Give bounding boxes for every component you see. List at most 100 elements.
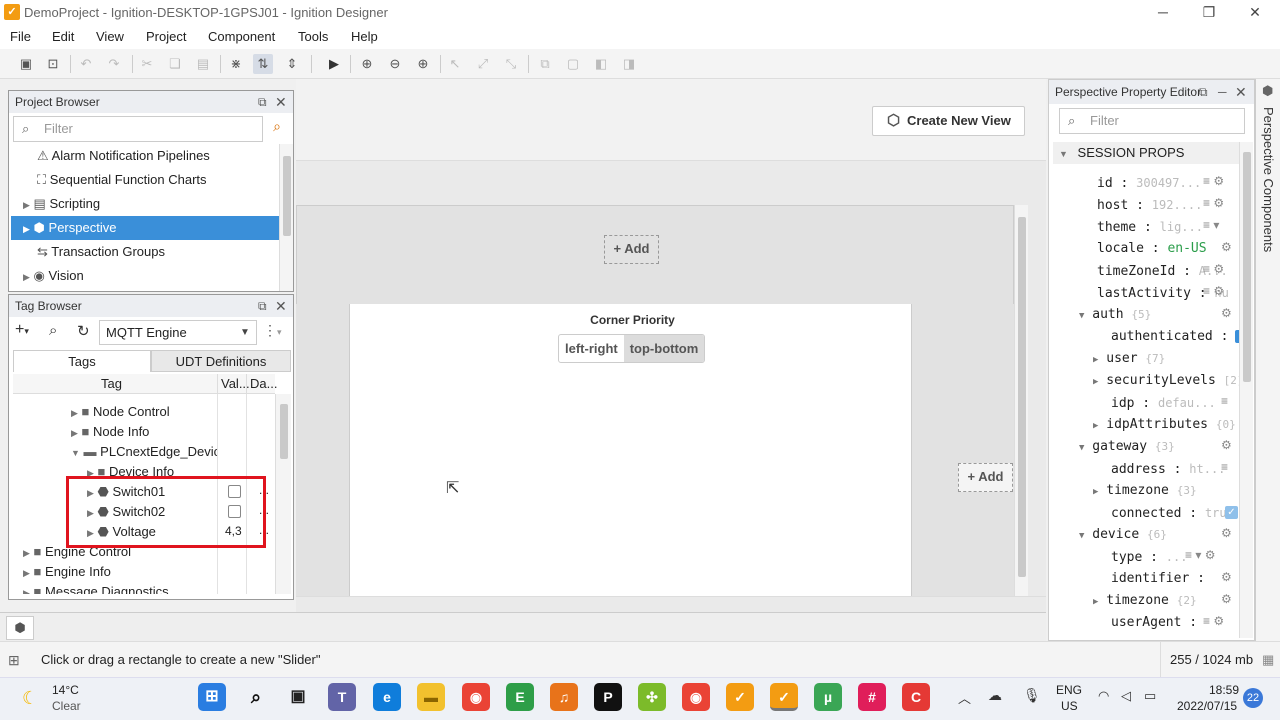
file-explorer-icon[interactable]: ▬	[417, 683, 445, 711]
perspective-view-tab-icon[interactable]: ⬢	[6, 616, 34, 640]
binding-icon[interactable]: ≡	[1221, 394, 1228, 408]
project-tree-scrollbar[interactable]	[279, 144, 293, 291]
distribute-icon[interactable]: ⇕	[282, 54, 302, 74]
prop-useragent[interactable]: userAgent :	[1111, 612, 1197, 634]
column-value[interactable]: Val...	[217, 374, 250, 394]
menu-edit[interactable]: Edit	[52, 29, 74, 44]
collapse-icon[interactable]: ▼	[1079, 443, 1084, 453]
scroll-thumb[interactable]	[1018, 217, 1026, 577]
volume-icon[interactable]: ◁	[1121, 688, 1131, 704]
close-icon[interactable]: ✕	[1232, 2, 1278, 22]
expand-icon[interactable]: ▶	[1093, 487, 1098, 497]
zoom-fit-icon[interactable]: ⊕	[357, 54, 377, 74]
no-snap-icon[interactable]: ⋇	[226, 54, 246, 74]
prop-id[interactable]: id : 300497...	[1097, 172, 1201, 194]
prop-identifier[interactable]: identifier :	[1111, 568, 1205, 590]
project-filter-input[interactable]: ⌕ Filter	[13, 116, 263, 142]
chrome-profile-icon[interactable]: ◉	[682, 683, 710, 711]
checkbox-checked-icon[interactable]: ✓	[1225, 506, 1238, 519]
prop-connected[interactable]: connected : true	[1111, 502, 1234, 524]
tree-item-vision[interactable]: ▶ ◉ Vision	[11, 264, 279, 288]
binding-icon[interactable]: ≡ ▾	[1203, 218, 1219, 232]
prop-authenticated[interactable]: authenticated : ✓	[1111, 326, 1239, 348]
perspective-components-tab[interactable]: Perspective Components	[1261, 107, 1276, 252]
scroll-thumb[interactable]	[280, 404, 288, 459]
gear-icon[interactable]: ⚙	[1221, 306, 1232, 320]
prop-device-timezone[interactable]: ▶ timezone {2}	[1093, 590, 1197, 612]
battery-icon[interactable]: ▭	[1144, 688, 1156, 704]
utorrent-icon[interactable]: µ	[814, 683, 842, 711]
session-props-section[interactable]: ▼ SESSION PROPS	[1053, 142, 1239, 164]
canvas-scrollbar[interactable]	[1014, 205, 1028, 596]
weather-desc[interactable]: Clear	[52, 699, 81, 713]
memory-gauge-icon[interactable]: ▦	[1262, 652, 1274, 668]
edge-icon[interactable]: e	[373, 683, 401, 711]
minimize-icon[interactable]: ─	[1218, 80, 1227, 104]
undo-icon[interactable]: ↶	[76, 54, 96, 74]
scroll-thumb[interactable]	[283, 156, 291, 236]
prop-device[interactable]: ▼ device {6}	[1079, 524, 1167, 546]
menu-component[interactable]: Component	[208, 29, 275, 44]
expand-icon[interactable]: ▶	[23, 588, 30, 594]
tag-row-node-control[interactable]: ▶ ■ Node Control	[13, 402, 170, 422]
close-icon[interactable]: ✕	[275, 295, 287, 317]
cut-icon[interactable]: ✂	[137, 54, 157, 74]
clock-date[interactable]: 2022/07/15	[1177, 699, 1237, 713]
prop-auth[interactable]: ▼ auth {5}	[1079, 304, 1151, 326]
menu-project[interactable]: Project	[146, 29, 186, 44]
redo-icon[interactable]: ↷	[104, 54, 124, 74]
collapse-icon[interactable]: ▼	[1079, 531, 1084, 541]
play-icon[interactable]: ▶	[324, 54, 344, 74]
prop-value[interactable]: ht...	[1189, 462, 1225, 476]
prop-idpattributes[interactable]: ▶ idpAttributes {0}	[1093, 414, 1236, 436]
weather-moon-icon[interactable]: ☾	[22, 688, 38, 709]
prop-address[interactable]: address : ht...	[1111, 458, 1225, 480]
prop-locale[interactable]: locale : en-US	[1097, 238, 1207, 260]
bend-icon[interactable]: ⤢	[473, 54, 493, 74]
expand-icon[interactable]: ▶	[1093, 421, 1098, 431]
restore-icon[interactable]: ⧉	[258, 91, 267, 113]
filter-options-icon[interactable]: ⌕	[267, 118, 287, 140]
corner-priority-toggle[interactable]: left-right top-bottom	[558, 334, 706, 363]
prop-value[interactable]: 192....	[1152, 198, 1203, 212]
expand-icon[interactable]: ▶	[23, 568, 30, 578]
tree-item-scripting[interactable]: ▶ ▤ Scripting	[11, 192, 279, 216]
tag-row-engine-info[interactable]: ▶ ■ Engine Info	[13, 562, 111, 582]
tag-tree-scrollbar[interactable]	[275, 394, 291, 594]
gear-icon[interactable]: ⚙	[1221, 438, 1232, 452]
close-icon[interactable]: ✕	[275, 91, 287, 113]
microphone-icon[interactable]: 🎙	[1023, 687, 1041, 704]
more-menu-icon[interactable]: ⋮▾	[263, 322, 282, 339]
search-icon[interactable]: ⌕	[49, 322, 57, 339]
column-tag[interactable]: Tag	[101, 376, 122, 391]
tag-row-node-info[interactable]: ▶ ■ Node Info	[13, 422, 149, 442]
binding-icon[interactable]: ≡	[1221, 460, 1228, 474]
tab-udt-definitions[interactable]: UDT Definitions	[151, 350, 291, 372]
menu-help[interactable]: Help	[351, 29, 378, 44]
corner-option-top-bottom[interactable]: top-bottom	[623, 335, 705, 362]
evernote-icon[interactable]: E	[506, 683, 534, 711]
gear-icon[interactable]: ⚙	[1221, 592, 1232, 606]
dev-tool-icon[interactable]: P	[594, 683, 622, 711]
prop-gateway[interactable]: ▼ gateway {3}	[1079, 436, 1175, 458]
prop-timezone[interactable]: ▶ timezone {3}	[1093, 480, 1197, 502]
property-filter-input[interactable]: ⌕ Filter	[1059, 108, 1245, 134]
expand-icon[interactable]: ▶	[23, 200, 30, 210]
menu-view[interactable]: View	[96, 29, 124, 44]
tree-item-sfc[interactable]: ⛶ Sequential Function Charts	[11, 168, 279, 192]
menu-file[interactable]: File	[10, 29, 31, 44]
weather-temp[interactable]: 14°C	[52, 683, 79, 697]
create-new-view-button[interactable]: ⬡ Create New View	[872, 106, 1025, 136]
ignition-designer-icon[interactable]: ✓	[770, 683, 798, 711]
copy-icon[interactable]: ❏	[165, 54, 185, 74]
tree-item-alarm-pipelines[interactable]: ⚠ Alarm Notification Pipelines	[11, 144, 279, 168]
app-c-icon[interactable]: C	[902, 683, 930, 711]
refresh-icon[interactable]: ↻	[77, 322, 90, 340]
prop-value[interactable]: lig...	[1160, 220, 1203, 234]
gear-icon[interactable]: ⚙	[1221, 570, 1232, 584]
perspective-components-icon[interactable]: ⬢	[1262, 83, 1273, 99]
search-icon[interactable]: ⌕	[242, 683, 270, 711]
collapse-icon[interactable]: ▼	[71, 448, 80, 458]
paste-icon[interactable]: ▤	[193, 54, 213, 74]
prop-type[interactable]: type : ...	[1111, 546, 1187, 568]
